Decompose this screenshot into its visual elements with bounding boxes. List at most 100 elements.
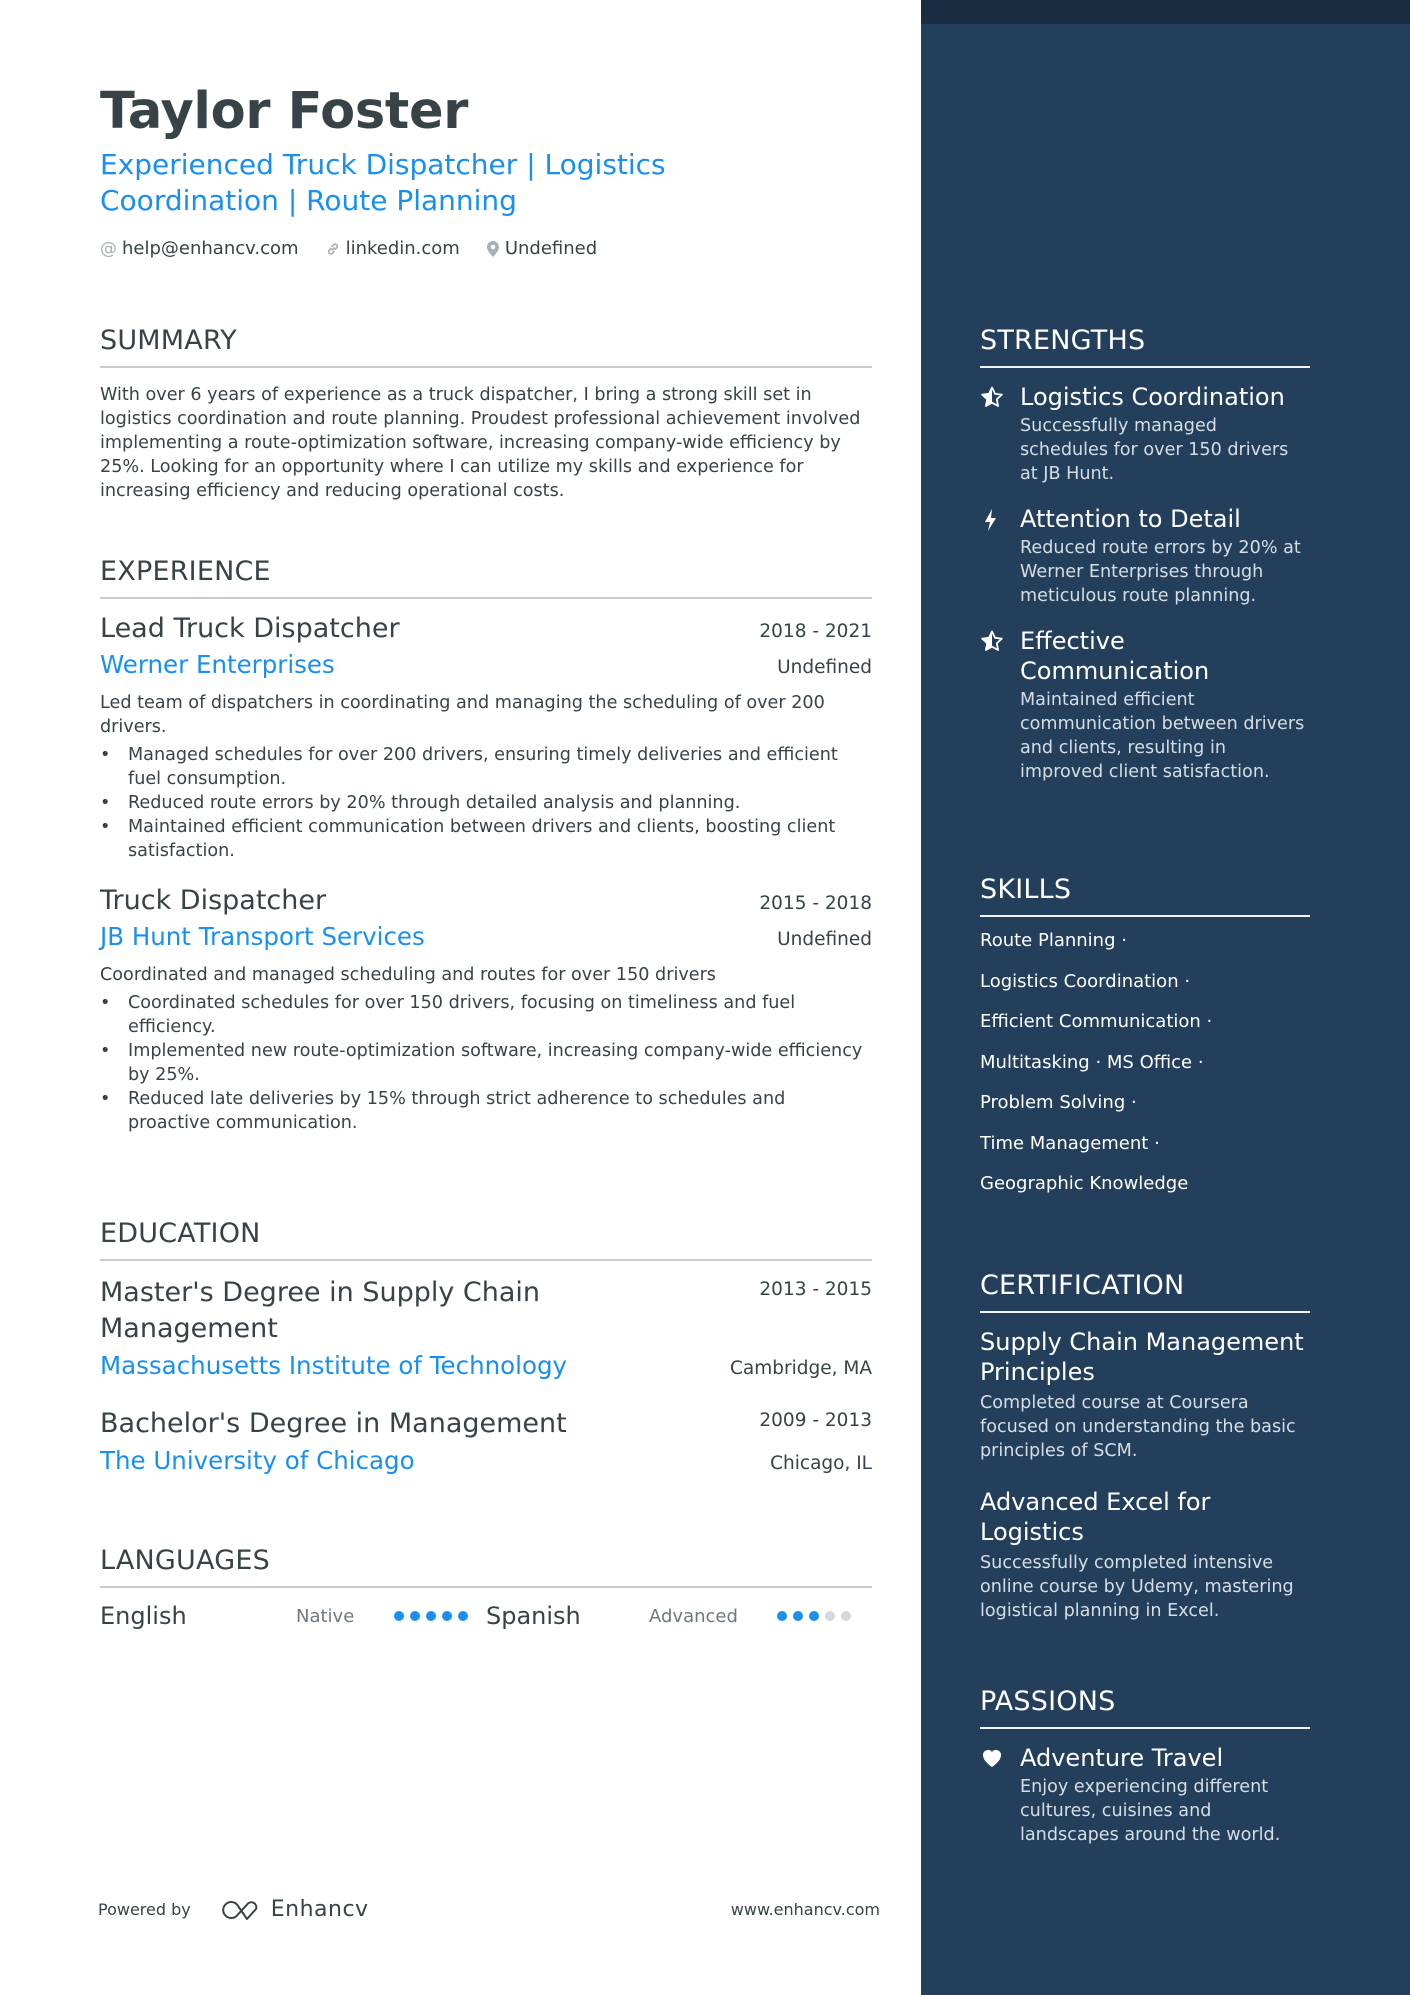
certification-item: Advanced Excel for Logistics Successfull… <box>980 1487 1310 1623</box>
main-column: Taylor Foster Experienced Truck Dispatch… <box>0 0 921 1995</box>
rating-dot-filled <box>442 1611 452 1621</box>
skills-list: Route Planning · Logistics Coordination … <box>980 921 1310 1205</box>
certification-title: Advanced Excel for Logistics <box>980 1488 1211 1546</box>
school-name: Massachusetts Institute of Technology <box>100 1351 567 1380</box>
school-location: Cambridge, MA <box>729 1358 872 1379</box>
language-level: Native <box>296 1605 355 1627</box>
job-bullets: Managed schedules for over 200 drivers, … <box>100 743 872 863</box>
contact-email-text: help@enhancv.com <box>122 238 299 259</box>
rating-dot-filled <box>394 1611 404 1621</box>
section-divider <box>980 1727 1310 1729</box>
strength-title: Logistics Coordination <box>1020 383 1285 411</box>
strength-title: Attention to Detail <box>1020 505 1241 533</box>
certification-description: Successfully completed intensive online … <box>980 1553 1294 1621</box>
enhancv-logo-icon <box>222 1900 258 1920</box>
language-name: English <box>100 1602 187 1630</box>
bullet-item: Coordinated schedules for over 150 drive… <box>100 991 872 1039</box>
bullet-item: Managed schedules for over 200 drivers, … <box>100 743 872 791</box>
job-bullets: Coordinated schedules for over 150 drive… <box>100 991 872 1135</box>
powered-by: Powered by Enhancv <box>98 1897 369 1922</box>
at-icon: @ <box>100 238 117 259</box>
candidate-name: Taylor Foster <box>100 82 469 141</box>
skill-item: Problem Solving · <box>980 1092 1137 1113</box>
section-title: PASSIONS <box>980 1686 1116 1717</box>
section-divider <box>980 1311 1310 1313</box>
job-location: Undefined <box>777 929 872 950</box>
passion-title: Adventure Travel <box>1020 1744 1224 1772</box>
language-level: Advanced <box>649 1605 738 1627</box>
bullet-item: Reduced route errors by 20% through deta… <box>100 791 872 815</box>
contact-location-text: Undefined <box>504 238 598 259</box>
strength-item: Logistics Coordination Successfully mana… <box>980 382 1310 486</box>
rating-dot-filled <box>426 1611 436 1621</box>
section-title: EDUCATION <box>100 1218 261 1249</box>
enhancv-logo[interactable]: Enhancv <box>217 1897 369 1922</box>
education-entry: Bachelor's Degree in Management 2009 - 2… <box>100 1406 872 1475</box>
languages-section: LANGUAGES English Native Spanish Advance… <box>100 1545 872 1630</box>
education-dates: 2009 - 2013 <box>759 1410 872 1431</box>
skills-section: SKILLS Route Planning · Logistics Coordi… <box>980 874 1310 1205</box>
passion-item: Adventure Travel Enjoy experiencing diff… <box>980 1743 1310 1847</box>
language-item: Spanish Advanced <box>486 1602 872 1630</box>
job-dates: 2018 - 2021 <box>759 621 872 642</box>
summary-section: SUMMARY With over 6 years of experience … <box>100 325 872 503</box>
job-entry: Truck Dispatcher 2015 - 2018 JB Hunt Tra… <box>100 885 872 1135</box>
section-title: EXPERIENCE <box>100 556 271 587</box>
bullet-item: Maintained efficient communication betwe… <box>100 815 872 863</box>
skill-item: Time Management · <box>980 1132 1160 1154</box>
section-title: CERTIFICATION <box>980 1270 1185 1301</box>
footer: Powered by Enhancv www.enhancv.com <box>98 1897 880 1922</box>
strength-description: Reduced route errors by 20% at Werner En… <box>1020 538 1301 606</box>
strengths-section: STRENGTHS Logistics Coordination Success… <box>980 325 1310 784</box>
language-item: English Native <box>100 1602 486 1630</box>
section-divider <box>980 366 1310 368</box>
star-half-icon <box>980 382 1020 486</box>
skill-item: Route Planning · <box>980 930 1127 951</box>
rating-dot-filled <box>809 1611 819 1621</box>
skill-item: Efficient Communication · <box>980 1011 1213 1032</box>
location-pin-icon <box>486 240 500 258</box>
skill-item: Logistics Coordination · <box>980 970 1191 992</box>
rating-dot-filled <box>458 1611 468 1621</box>
strength-description: Maintained efficient communication betwe… <box>1020 690 1305 782</box>
star-half-icon <box>980 626 1020 784</box>
company-name: JB Hunt Transport Services <box>100 922 425 951</box>
degree-title: Bachelor's Degree in Management <box>100 1408 567 1439</box>
section-divider <box>100 366 872 368</box>
contact-email[interactable]: @ help@enhancv.com <box>100 238 299 259</box>
contact-row: @ help@enhancv.com linkedin.com Undefine… <box>100 238 623 259</box>
job-entry: Lead Truck Dispatcher 2018 - 2021 Werner… <box>100 613 872 863</box>
section-title: SKILLS <box>980 874 1072 905</box>
job-description: Led team of dispatchers in coordinating … <box>100 693 825 737</box>
certification-section: CERTIFICATION Supply Chain Management Pr… <box>980 1270 1310 1623</box>
section-title: STRENGTHS <box>980 325 1146 356</box>
rating-dot-filled <box>793 1611 803 1621</box>
link-icon <box>325 241 341 257</box>
strength-title: Effective Communication <box>1020 627 1210 685</box>
certification-description: Completed course at Coursera focused on … <box>980 1393 1296 1461</box>
strength-item: Attention to Detail Reduced route errors… <box>980 504 1310 608</box>
contact-linkedin[interactable]: linkedin.com <box>325 238 460 259</box>
rating-dot-filled <box>777 1611 787 1621</box>
passions-section: PASSIONS Adventure Travel Enjoy experien… <box>980 1686 1310 1847</box>
contact-location: Undefined <box>486 238 597 259</box>
sidebar-top-strip <box>921 0 1410 24</box>
section-title: SUMMARY <box>100 325 237 356</box>
section-divider <box>980 915 1310 917</box>
powered-by-label: Powered by <box>98 1900 191 1919</box>
summary-text: With over 6 years of experience as a tru… <box>100 385 861 501</box>
education-entry: Master's Degree in Supply Chain Manageme… <box>100 1275 872 1380</box>
job-dates: 2015 - 2018 <box>759 893 872 914</box>
certification-title: Supply Chain Management Principles <box>980 1328 1304 1386</box>
education-section: EDUCATION Master's Degree in Supply Chai… <box>100 1218 872 1475</box>
bullet-item: Reduced late deliveries by 15% through s… <box>100 1087 872 1135</box>
certification-item: Supply Chain Management Principles Compl… <box>980 1327 1310 1463</box>
school-location: Chicago, IL <box>770 1453 872 1474</box>
company-name: Werner Enterprises <box>100 650 335 679</box>
website-link[interactable]: www.enhancv.com <box>731 1900 880 1919</box>
section-divider <box>100 1586 872 1588</box>
degree-title: Master's Degree in Supply Chain Manageme… <box>100 1277 541 1344</box>
lightning-bolt-icon <box>980 504 1020 608</box>
language-name: Spanish <box>486 1602 581 1630</box>
school-name: The University of Chicago <box>100 1446 415 1475</box>
